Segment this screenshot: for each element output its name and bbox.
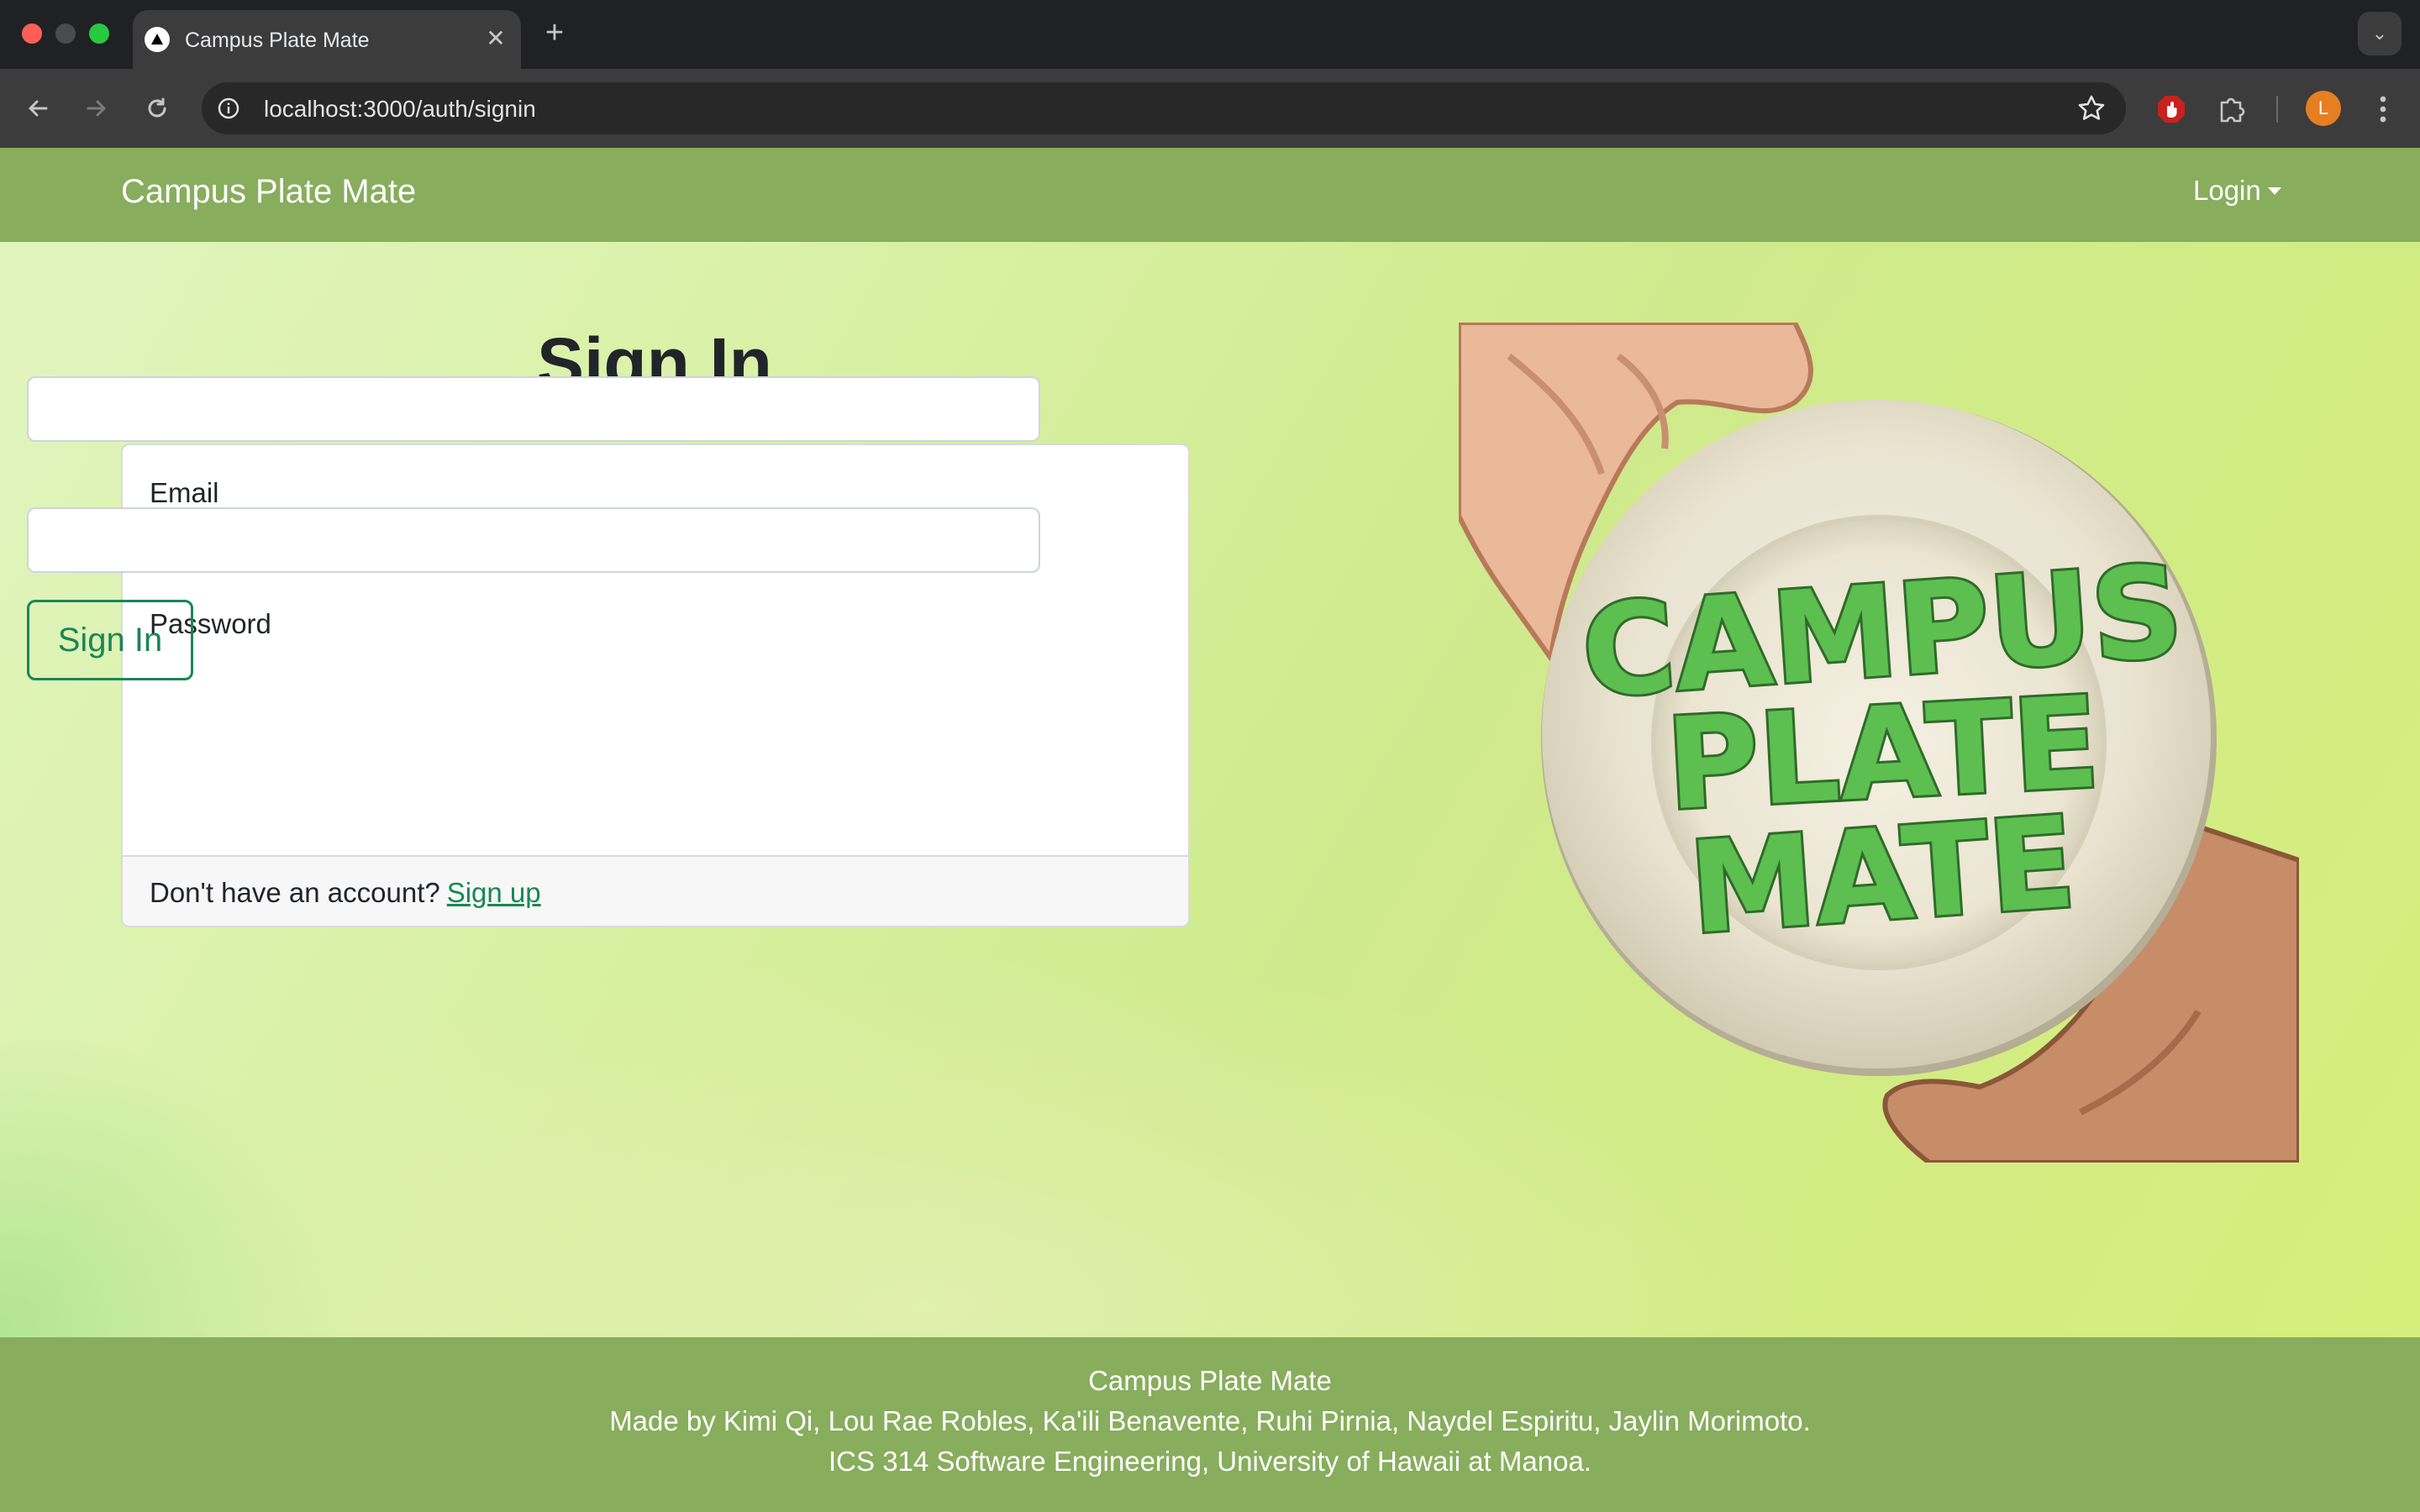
forward-icon[interactable] [76, 87, 118, 129]
bookmark-star-icon[interactable] [2075, 92, 2107, 124]
logo-line-3: MATE [1685, 790, 2080, 963]
browser-tabstrip: Campus Plate Mate ✕ + ⌄ [0, 0, 2420, 69]
new-tab-icon[interactable]: + [539, 17, 570, 49]
toolbar-divider [2276, 96, 2278, 123]
signin-card-footer: Don't have an account? Sign up [123, 855, 1188, 926]
site-footer: Campus Plate Mate Made by Kimi Qi, Lou R… [0, 1337, 2420, 1512]
tab-title: Campus Plate Mate [185, 29, 370, 52]
address-bar[interactable]: localhost:3000/auth/signin [202, 82, 2126, 134]
email-field[interactable] [27, 376, 1040, 442]
signup-prompt: Don't have an account? Sign up [150, 877, 541, 909]
site-info-icon[interactable] [213, 93, 244, 123]
signin-submit-button[interactable]: Sign In [27, 600, 193, 680]
footer-title: Campus Plate Mate [1088, 1365, 1332, 1396]
browser-tab-active[interactable]: Campus Plate Mate ✕ [133, 10, 521, 69]
footer-credits: Made by Kimi Qi, Lou Rae Robles, Ka'ili … [609, 1405, 1811, 1436]
favicon-icon [145, 27, 170, 52]
footer-course: ICS 314 Software Engineering, University… [829, 1446, 1591, 1477]
login-dropdown[interactable]: Login [2193, 175, 2281, 207]
signup-prompt-text: Don't have an account? [150, 877, 440, 908]
back-icon[interactable] [17, 87, 59, 129]
tab-search-icon[interactable]: ⌄ [2358, 12, 2402, 55]
more-menu-icon[interactable] [2366, 91, 2400, 128]
reload-icon[interactable] [136, 87, 178, 129]
window-zoom-button[interactable] [89, 24, 109, 44]
browser-toolbar: localhost:3000/auth/signin [0, 69, 2420, 148]
site-navbar: Campus Plate Mate Login [0, 148, 2420, 242]
signup-link[interactable]: Sign up [447, 877, 541, 908]
navbar-brand[interactable]: Campus Plate Mate [121, 173, 416, 211]
url-text: localhost:3000/auth/signin [264, 96, 536, 122]
page-viewport: Campus Plate Mate Login Sign In Email Pa… [0, 148, 2420, 1512]
campus-plate-mate-logo: CAMPUS PLATE MATE [1459, 323, 2299, 1163]
password-field[interactable] [27, 507, 1040, 573]
login-dropdown-label: Login [2193, 175, 2261, 206]
profile-avatar[interactable]: L [2306, 91, 2341, 126]
window-minimize-button[interactable] [55, 24, 76, 44]
email-label: Email [150, 477, 219, 508]
caret-down-icon [2267, 186, 2281, 195]
adblock-icon[interactable] [2153, 91, 2190, 128]
extensions-puzzle-icon[interactable] [2213, 91, 2250, 128]
close-icon[interactable]: ✕ [482, 25, 509, 52]
window-close-button[interactable] [22, 24, 42, 44]
